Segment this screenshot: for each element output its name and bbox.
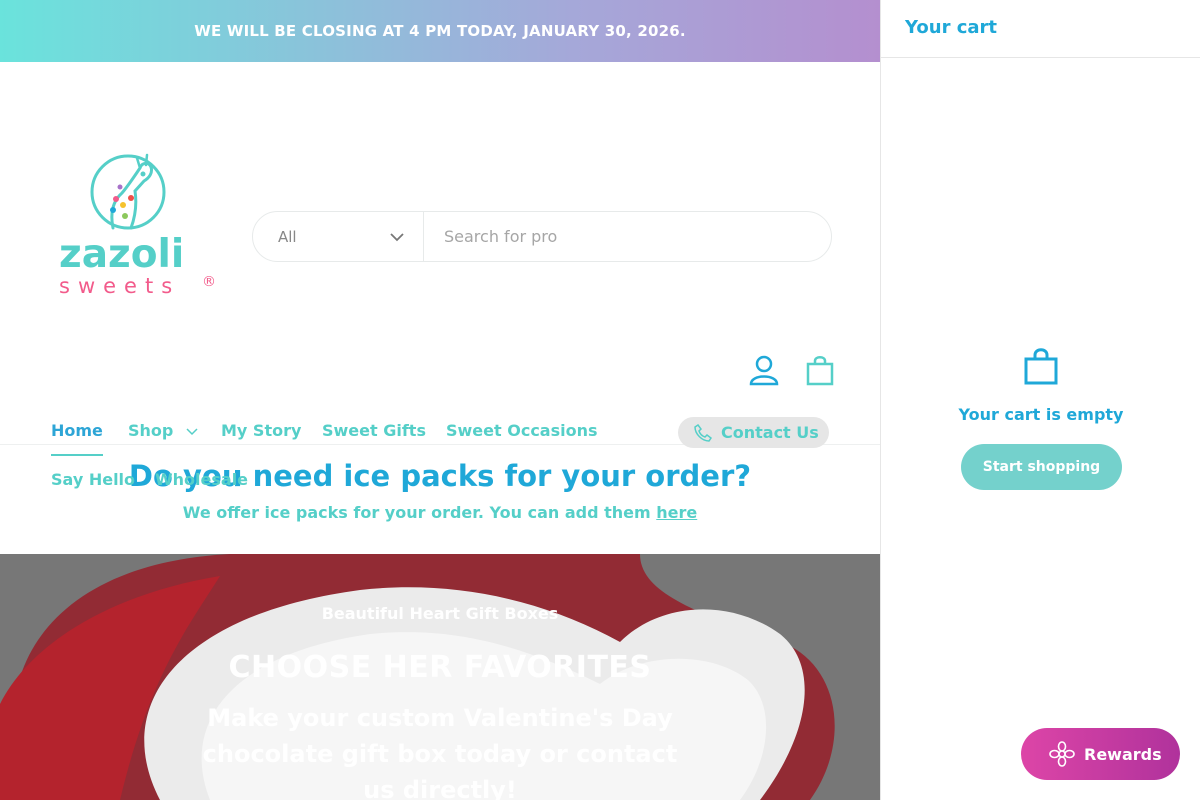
nav-shop-label: Shop: [128, 421, 174, 440]
rewards-label: Rewards: [1084, 744, 1162, 764]
contact-us-button[interactable]: Contact Us: [678, 417, 829, 448]
cart-header: Your cart: [881, 0, 1200, 58]
hero-banner: Beautiful Heart Gift Boxes CHOOSE HER FA…: [0, 554, 880, 800]
cart-drawer: Your cart Your cart is empty Start shopp…: [880, 0, 1200, 800]
announcement-bar: WE WILL BE CLOSING AT 4 PM TODAY, JANUAR…: [0, 0, 880, 62]
hero-subheading: Beautiful Heart Gift Boxes: [321, 604, 559, 623]
nav-shop[interactable]: Shop: [128, 421, 198, 440]
empty-cart-bag-icon: [1024, 348, 1058, 385]
nav-my-story[interactable]: My Story: [221, 421, 301, 440]
store-logo[interactable]: zazoli sweets ®: [52, 150, 222, 300]
cart-empty-message: Your cart is empty: [958, 405, 1124, 424]
rewards-button[interactable]: Rewards: [1021, 728, 1180, 780]
nav-wholesale[interactable]: Wholesale: [155, 470, 248, 489]
hero-body: Make your custom Valentine's Day chocola…: [202, 704, 678, 800]
nav-say-hello[interactable]: Say Hello: [51, 470, 135, 489]
brand-subtitle: sweets: [59, 274, 180, 298]
ice-packs-link[interactable]: here: [656, 503, 697, 522]
account-icon: [749, 355, 779, 386]
giraffe-logo-icon: zazoli sweets ®: [59, 153, 216, 298]
flower-icon: [1049, 741, 1075, 767]
site-header: zazoli sweets ® All Home Shop My Story: [0, 62, 880, 489]
search-input[interactable]: [424, 212, 831, 261]
announcement-text: WE WILL BE CLOSING AT 4 PM TODAY, JANUAR…: [194, 22, 686, 40]
start-shopping-button[interactable]: Start shopping: [961, 444, 1122, 490]
trademark-symbol: ®: [202, 274, 216, 290]
category-value: All: [278, 227, 297, 246]
nav-sweet-occasions[interactable]: Sweet Occasions: [446, 421, 598, 440]
category-select[interactable]: All: [253, 212, 424, 261]
cart-title: Your cart: [905, 17, 998, 38]
chevron-down-icon: [186, 428, 198, 436]
ice-packs-section: Do you need ice packs for your order? We…: [0, 445, 880, 553]
account-button[interactable]: [748, 354, 780, 386]
store-page: WE WILL BE CLOSING AT 4 PM TODAY, JANUAR…: [0, 0, 880, 800]
chevron-down-icon: [390, 232, 404, 241]
hero-heading: CHOOSE HER FAVORITES: [228, 650, 652, 685]
contact-us-label: Contact Us: [721, 423, 819, 442]
nav-home[interactable]: Home: [51, 421, 103, 456]
ice-packs-text-row: We offer ice packs for your order. You c…: [0, 503, 880, 522]
ice-packs-text: We offer ice packs for your order. You c…: [182, 503, 651, 522]
bag-icon: [806, 356, 834, 386]
search-bar: All: [252, 211, 832, 262]
nav-sweet-gifts[interactable]: Sweet Gifts: [322, 421, 426, 440]
phone-icon: [694, 423, 712, 442]
brand-wordmark: zazoli: [59, 232, 184, 277]
cart-button[interactable]: [806, 354, 834, 386]
